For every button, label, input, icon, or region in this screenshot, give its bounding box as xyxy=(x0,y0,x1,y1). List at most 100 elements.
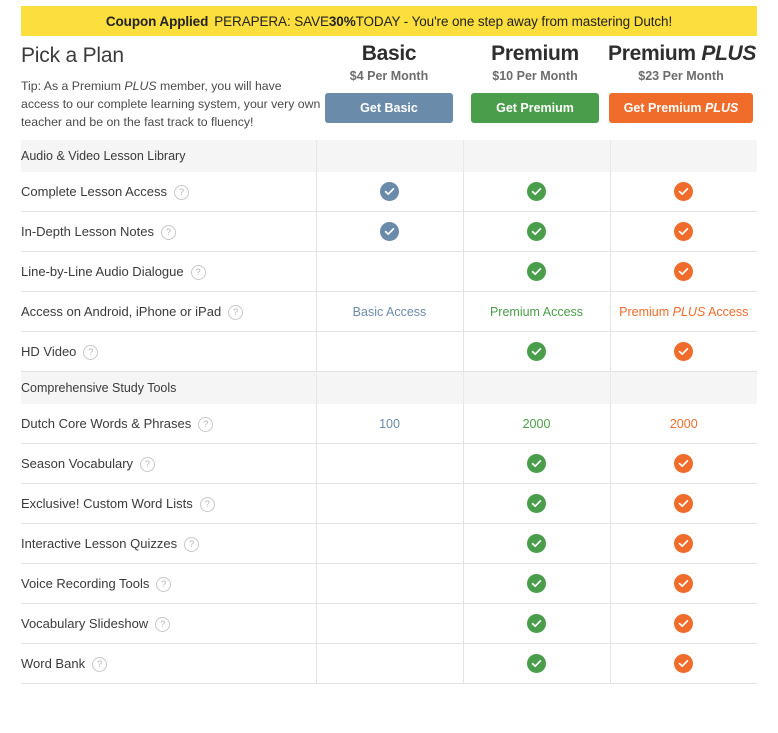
feature-name: HD Video xyxy=(21,343,77,359)
table-row: Dutch Core Words & Phrases? 100 2000 2000 xyxy=(21,404,757,444)
plan-value-cell-premium xyxy=(462,523,610,564)
help-icon[interactable]: ? xyxy=(156,576,172,592)
plan-value-cell-basic xyxy=(315,172,463,212)
plan-column-premium: Premium $10 Per Month Get Premium xyxy=(462,42,608,123)
get-premium-plus-italic: PLUS xyxy=(704,101,739,115)
feature-name: Exclusive! Custom Word Lists xyxy=(21,495,193,511)
plan-price-plus: $23 Per Month xyxy=(638,69,724,83)
help-icon[interactable]: ? xyxy=(155,616,171,632)
feature-label-cell: Season Vocabulary? xyxy=(21,443,316,484)
table-row: Exclusive! Custom Word Lists? xyxy=(21,483,757,524)
feature-name: Access on Android, iPhone or iPad xyxy=(21,303,222,319)
check-circle-icon xyxy=(527,222,546,241)
check-circle-icon xyxy=(527,182,546,201)
plan-name-basic: Basic xyxy=(316,42,462,66)
plan-value-text: 2000 xyxy=(522,416,551,431)
table-row: Vocabulary Slideshow? xyxy=(21,603,757,644)
plan-value-cell-plus: 2000 xyxy=(609,404,757,444)
plans-header: Pick a Plan Tip: As a Premium PLUS membe… xyxy=(21,36,757,140)
table-section-header: Comprehensive Study Tools xyxy=(21,371,757,404)
plan-comparison-body: Audio & Video Lesson Library Complete Les… xyxy=(21,140,757,684)
plan-name-plus-text: Premium xyxy=(608,42,702,65)
plan-value-text-pre: Premium xyxy=(619,304,673,319)
pitch-block: Pick a Plan Tip: As a Premium PLUS membe… xyxy=(21,44,321,131)
plan-value-cell-basic: 100 xyxy=(315,404,463,444)
check-circle-icon xyxy=(674,654,694,673)
table-row: Voice Recording Tools? xyxy=(21,563,757,604)
feature-name: In-Depth Lesson Notes xyxy=(21,223,154,239)
plan-name-premium-text: Premium xyxy=(491,42,579,65)
get-premium-label: Get Premium xyxy=(496,101,574,115)
check-circle-icon xyxy=(527,534,546,553)
plan-name-plus: Premium PLUS xyxy=(608,42,756,66)
help-icon[interactable]: ? xyxy=(140,456,156,472)
check-circle-icon xyxy=(674,342,694,361)
coupon-message-pre: PERAPERA: SAVE xyxy=(214,13,329,29)
get-premium-button[interactable]: Get Premium xyxy=(471,93,599,123)
table-section-header: Audio & Video Lesson Library xyxy=(21,140,757,172)
plan-value-cell-basic xyxy=(315,483,463,524)
feature-name: Vocabulary Slideshow xyxy=(21,615,149,631)
feature-name: Line-by-Line Audio Dialogue xyxy=(21,263,184,279)
plan-value-cell-basic xyxy=(315,523,463,564)
check-circle-icon xyxy=(380,222,399,241)
feature-name: Complete Lesson Access xyxy=(21,183,167,199)
plan-value-cell-basic xyxy=(315,603,463,644)
section-spacer-cell-basic xyxy=(315,371,463,404)
plan-value-cell-premium xyxy=(462,643,610,684)
table-row: Word Bank? xyxy=(21,643,757,684)
plan-name-basic-text: Basic xyxy=(361,42,417,65)
pitch-text-pre: Tip: As a Premium xyxy=(21,79,125,93)
help-icon[interactable]: ? xyxy=(92,656,108,672)
check-circle-icon xyxy=(674,182,694,201)
table-row: Interactive Lesson Quizzes? xyxy=(21,523,757,564)
coupon-applied-label: Coupon Applied xyxy=(105,13,209,29)
check-circle-icon xyxy=(527,654,546,673)
feature-label-cell: In-Depth Lesson Notes? xyxy=(21,211,316,252)
get-premium-plus-button[interactable]: Get Premium PLUS xyxy=(609,93,753,123)
help-icon[interactable]: ? xyxy=(190,264,206,280)
help-icon[interactable]: ? xyxy=(228,304,244,320)
help-icon[interactable]: ? xyxy=(160,224,176,240)
get-basic-button[interactable]: Get Basic xyxy=(325,93,453,123)
plan-value-cell-premium xyxy=(462,331,610,372)
coupon-message-post: TODAY - You're one step away from master… xyxy=(355,13,673,29)
plan-value-cell-premium xyxy=(462,443,610,484)
plan-value-cell-basic xyxy=(315,443,463,484)
plan-value-cell-basic: Basic Access xyxy=(315,291,463,332)
feature-label-cell: Vocabulary Slideshow? xyxy=(21,603,316,644)
plan-value-cell-plus xyxy=(609,211,757,252)
plan-price-premium: $10 Per Month xyxy=(492,69,578,83)
plan-value-cell-premium xyxy=(462,603,610,644)
plan-value-cell-basic xyxy=(315,331,463,372)
section-spacer-cell-premium xyxy=(462,140,610,172)
plan-value-text: 2000 xyxy=(669,416,698,431)
plan-price-basic: $4 Per Month xyxy=(349,69,429,83)
feature-label-cell: Word Bank? xyxy=(21,643,316,684)
plan-value-cell-plus xyxy=(609,443,757,484)
help-icon[interactable]: ? xyxy=(184,536,200,552)
help-icon[interactable]: ? xyxy=(199,496,215,512)
help-icon[interactable]: ? xyxy=(173,184,189,200)
get-basic-label: Get Basic xyxy=(360,101,418,115)
plan-value-cell-basic xyxy=(315,211,463,252)
plan-value-cell-premium xyxy=(462,172,610,212)
section-title: Audio & Video Lesson Library xyxy=(21,140,316,172)
help-icon[interactable]: ? xyxy=(198,416,214,432)
plan-value-text-post: Access xyxy=(705,304,749,319)
check-circle-icon xyxy=(527,614,546,633)
feature-name: Season Vocabulary xyxy=(21,455,134,471)
plan-value-cell-premium xyxy=(462,251,610,292)
plan-value-cell-premium: Premium Access xyxy=(462,291,610,332)
plan-value-text: Premium Access xyxy=(489,304,584,319)
check-circle-icon xyxy=(674,614,694,633)
plan-name-premium: Premium xyxy=(462,42,608,66)
check-circle-icon xyxy=(527,574,546,593)
table-row: HD Video? xyxy=(21,331,757,372)
plan-columns: Basic $4 Per Month Get Basic Premium $10… xyxy=(316,42,757,123)
page-title: Pick a Plan xyxy=(21,44,124,67)
plan-value-cell-plus xyxy=(609,251,757,292)
help-icon[interactable]: ? xyxy=(83,344,99,360)
check-circle-icon xyxy=(380,182,399,201)
plan-value-cell-plus xyxy=(609,563,757,604)
